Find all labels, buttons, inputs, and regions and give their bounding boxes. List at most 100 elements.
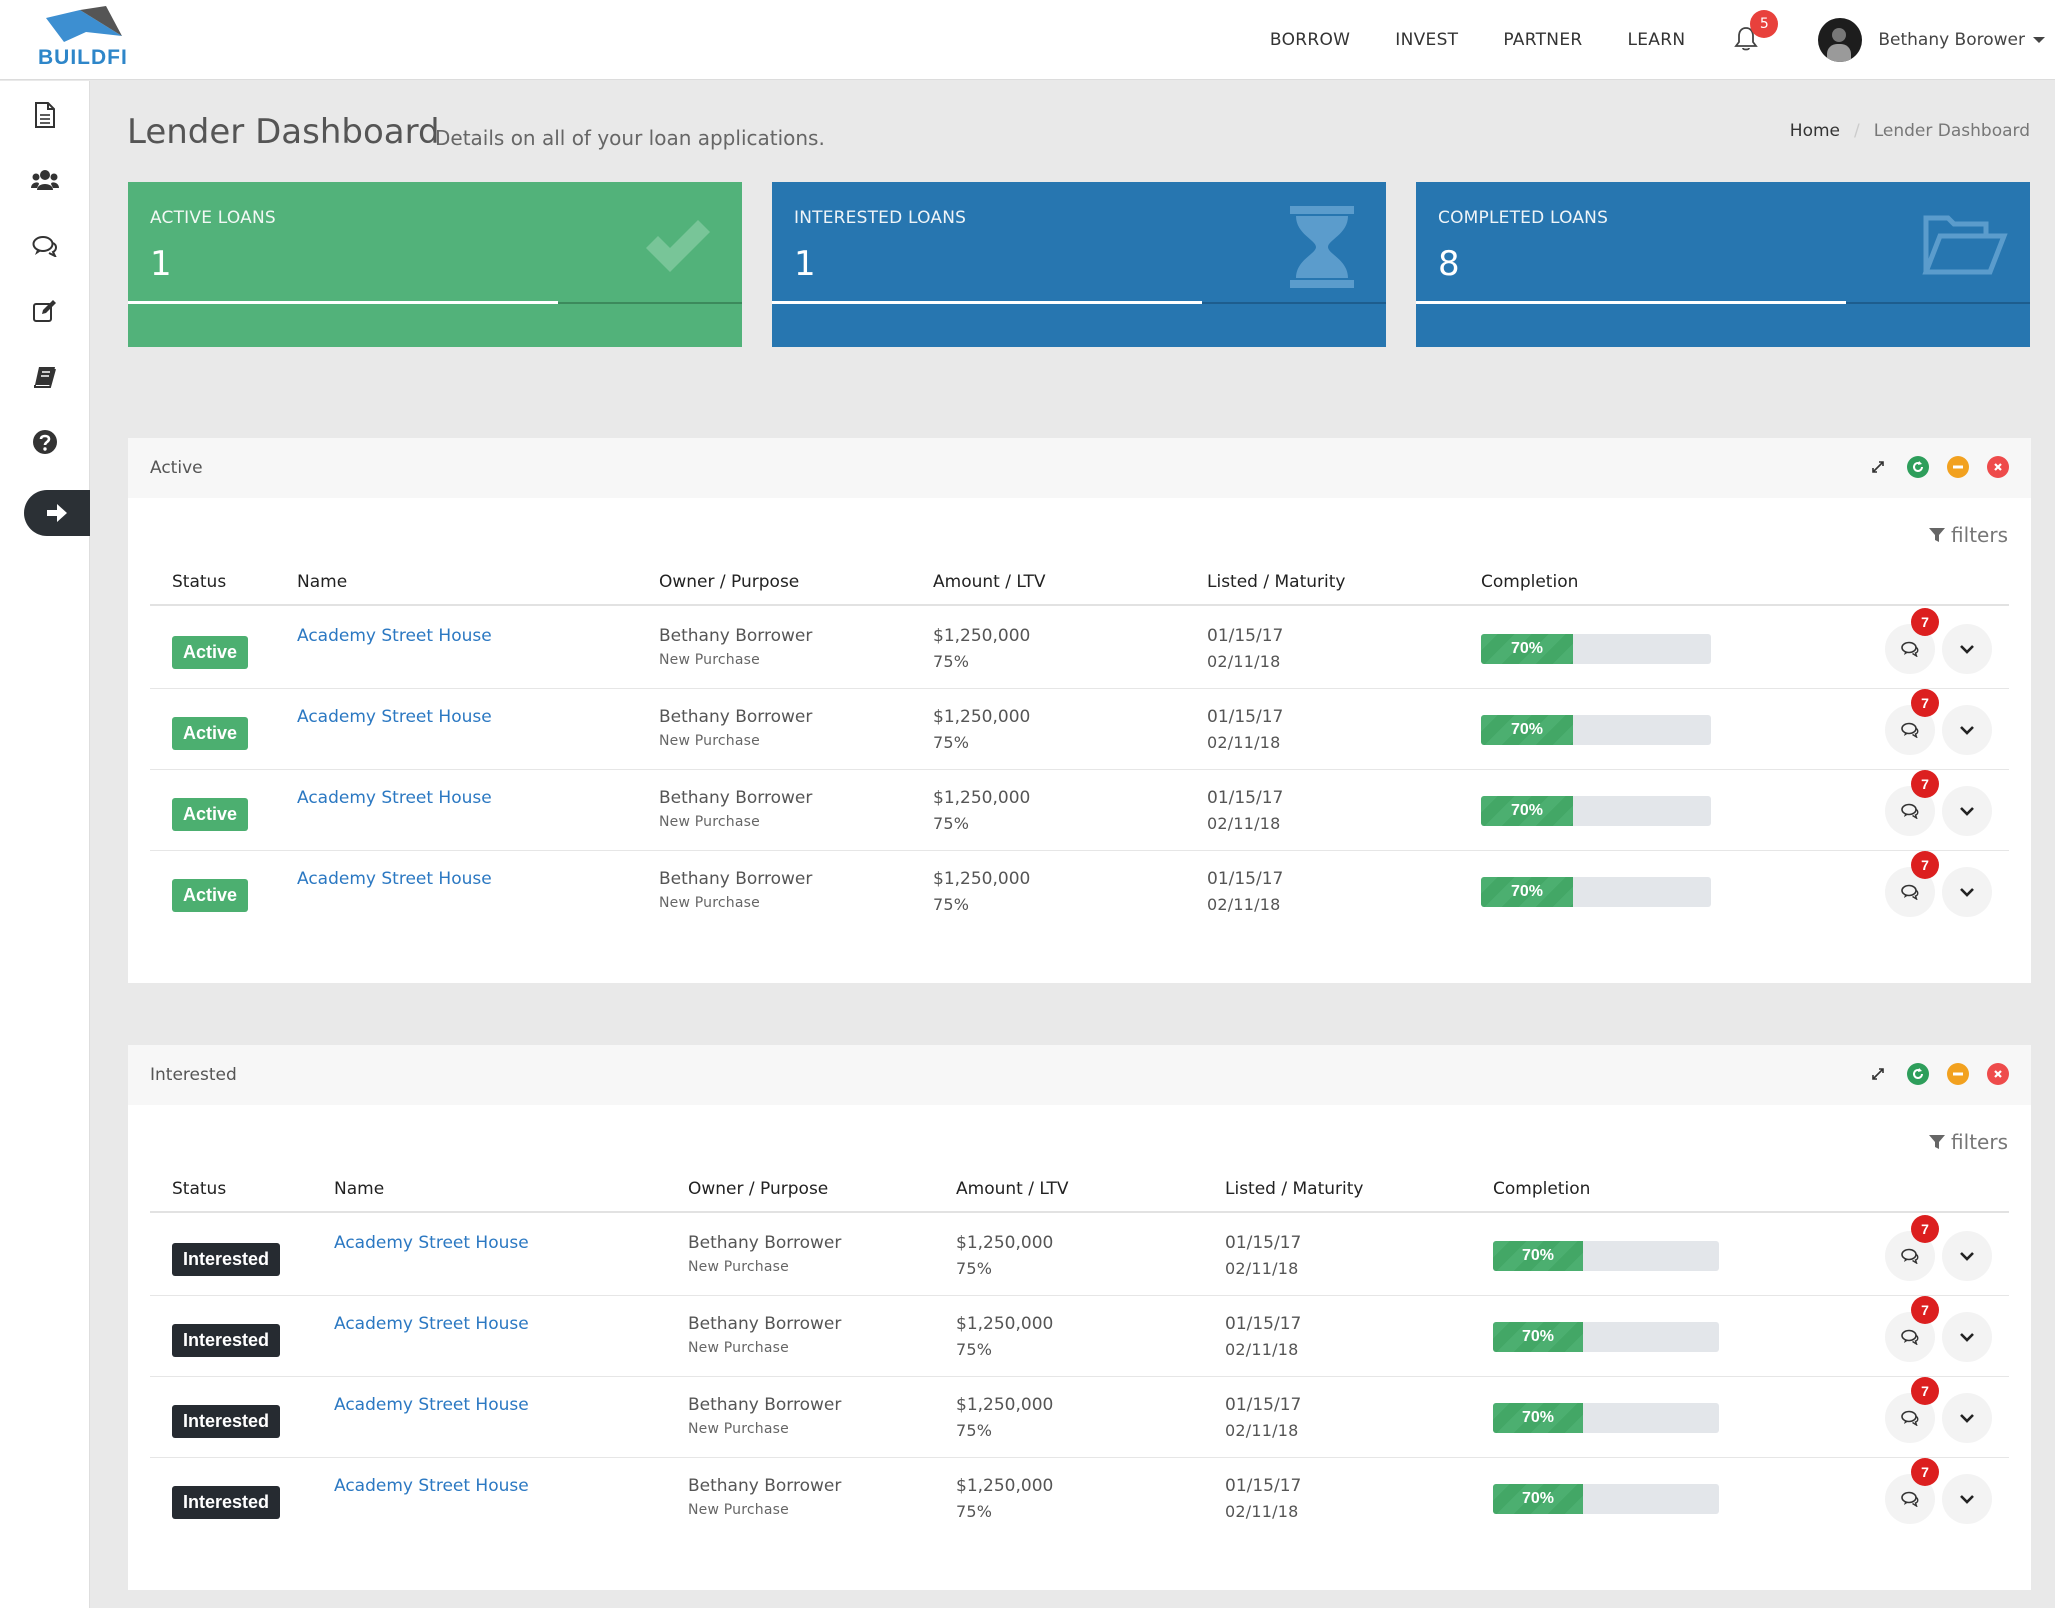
- column-header-name[interactable]: Name: [297, 572, 347, 592]
- sidebar-item-help[interactable]: [0, 420, 90, 464]
- stat-card-interested-loans[interactable]: INTERESTED LOANS 1: [772, 182, 1386, 347]
- expand-row-button[interactable]: [1942, 1393, 1992, 1443]
- refresh-icon: [1913, 461, 1923, 472]
- messages-button[interactable]: 7: [1885, 689, 1939, 755]
- column-header-listed[interactable]: Listed / Maturity: [1225, 1179, 1363, 1199]
- stat-label: COMPLETED LOANS: [1438, 208, 1609, 228]
- close-icon: [1994, 1070, 2002, 1078]
- expand-icon: [1872, 1068, 1884, 1080]
- column-header-status[interactable]: Status: [172, 1179, 226, 1199]
- expand-row-button[interactable]: [1942, 1231, 1992, 1281]
- stat-progress: [128, 301, 558, 304]
- column-header-owner[interactable]: Owner / Purpose: [688, 1179, 828, 1199]
- filters-button[interactable]: filters: [1929, 1130, 2008, 1154]
- comments-icon: [1901, 1410, 1919, 1426]
- sidebar-item-library[interactable]: [0, 355, 90, 399]
- stat-card-active-loans[interactable]: ACTIVE LOANS 1: [128, 182, 742, 347]
- page-subtitle: Details on all of your loan applications…: [435, 126, 825, 150]
- table-row[interactable]: Interested Academy Street House Bethany Bo…: [150, 1458, 2009, 1539]
- column-header-name[interactable]: Name: [334, 1179, 384, 1199]
- loan-name-link[interactable]: Academy Street House: [334, 1233, 529, 1253]
- expand-row-button[interactable]: [1942, 867, 1992, 917]
- comments-icon: [1901, 803, 1919, 819]
- status-badge: Interested: [172, 1405, 281, 1438]
- column-header-completion[interactable]: Completion: [1481, 572, 1578, 592]
- nav-learn-link[interactable]: LEARN: [1627, 30, 1685, 50]
- nav-borrow-link[interactable]: BORROW: [1270, 30, 1350, 50]
- loan-name-link[interactable]: Academy Street House: [334, 1314, 529, 1334]
- table-row[interactable]: Interested Academy Street House Bethany Bo…: [150, 1215, 2009, 1296]
- table-row[interactable]: Active Academy Street House Bethany Borrow…: [150, 689, 2009, 770]
- table-row[interactable]: Interested Academy Street House Bethany Bo…: [150, 1296, 2009, 1377]
- stat-label: ACTIVE LOANS: [150, 208, 276, 228]
- loan-amount: $1,250,000: [933, 869, 1031, 889]
- loan-purpose: New Purchase: [688, 1502, 789, 1518]
- filter-icon: [1929, 1135, 1946, 1149]
- chevron-down-icon: [1960, 645, 1974, 654]
- panel-header: Active: [128, 438, 2031, 498]
- loan-ltv: 75%: [933, 652, 970, 671]
- collapse-button[interactable]: [1947, 1063, 1969, 1085]
- caret-down-icon[interactable]: [2033, 37, 2045, 43]
- table-row[interactable]: Active Academy Street House Bethany Borrow…: [150, 770, 2009, 851]
- notifications-button[interactable]: 5: [1734, 10, 1779, 54]
- loan-name-link[interactable]: Academy Street House: [334, 1395, 529, 1415]
- loan-amount: $1,250,000: [933, 626, 1031, 646]
- close-button[interactable]: [1987, 456, 2009, 478]
- breadcrumb-home-link[interactable]: Home: [1790, 121, 1840, 141]
- logo-roof-icon: [46, 6, 122, 42]
- expand-button[interactable]: [1867, 1063, 1889, 1085]
- status-badge: Active: [172, 798, 249, 831]
- refresh-button[interactable]: [1907, 456, 1929, 478]
- messages-button[interactable]: 7: [1885, 1458, 1939, 1524]
- expand-row-button[interactable]: [1942, 624, 1992, 674]
- sidebar-item-documents[interactable]: [0, 93, 90, 137]
- close-button[interactable]: [1987, 1063, 2009, 1085]
- messages-button[interactable]: 7: [1885, 1215, 1939, 1281]
- column-header-amount[interactable]: Amount / LTV: [933, 572, 1045, 592]
- nav-partner-link[interactable]: PARTNER: [1503, 30, 1582, 50]
- filter-icon: [1929, 528, 1946, 542]
- sidebar-item-logout[interactable]: [24, 490, 90, 536]
- loan-name-link[interactable]: Academy Street House: [297, 869, 492, 889]
- filters-button[interactable]: filters: [1929, 523, 2008, 547]
- loan-name-link[interactable]: Academy Street House: [297, 707, 492, 727]
- expand-row-button[interactable]: [1942, 705, 1992, 755]
- maturity-date: 02/11/18: [1207, 733, 1281, 752]
- loan-name-link[interactable]: Academy Street House: [334, 1476, 529, 1496]
- sidebar-item-messages[interactable]: [0, 224, 90, 268]
- loan-name-link[interactable]: Academy Street House: [297, 626, 492, 646]
- expand-button[interactable]: [1867, 456, 1889, 478]
- loan-name-link[interactable]: Academy Street House: [297, 788, 492, 808]
- sidebar-item-edit[interactable]: [0, 289, 90, 333]
- column-header-owner[interactable]: Owner / Purpose: [659, 572, 799, 592]
- table-row[interactable]: Interested Academy Street House Bethany Bo…: [150, 1377, 2009, 1458]
- owner-name: Bethany Borrower: [659, 626, 813, 646]
- expand-row-button[interactable]: [1942, 1474, 1992, 1524]
- table-row[interactable]: Active Academy Street House Bethany Borrow…: [150, 851, 2009, 932]
- column-header-status[interactable]: Status: [172, 572, 226, 592]
- column-header-amount[interactable]: Amount / LTV: [956, 1179, 1068, 1199]
- messages-button[interactable]: 7: [1885, 851, 1939, 917]
- messages-button[interactable]: 7: [1885, 1377, 1939, 1443]
- brand-logo[interactable]: BUILDFI: [36, 6, 136, 72]
- messages-button[interactable]: 7: [1885, 1296, 1939, 1362]
- table-row[interactable]: Active Academy Street House Bethany Borrow…: [150, 608, 2009, 689]
- column-header-listed[interactable]: Listed / Maturity: [1207, 572, 1345, 592]
- sidebar-item-users[interactable]: [0, 158, 90, 202]
- messages-button[interactable]: 7: [1885, 608, 1939, 674]
- refresh-button[interactable]: [1907, 1063, 1929, 1085]
- messages-count-badge: 7: [1911, 1296, 1939, 1324]
- nav-invest-link[interactable]: INVEST: [1395, 30, 1458, 50]
- messages-count-badge: 7: [1911, 851, 1939, 879]
- expand-row-button[interactable]: [1942, 786, 1992, 836]
- stat-card-completed-loans[interactable]: COMPLETED LOANS 8: [1416, 182, 2030, 347]
- stat-progress-track: [1202, 302, 1386, 304]
- status-badge: Active: [172, 717, 249, 750]
- column-header-completion[interactable]: Completion: [1493, 1179, 1590, 1199]
- expand-row-button[interactable]: [1942, 1312, 1992, 1362]
- user-menu-name[interactable]: Bethany Borower: [1878, 30, 2025, 50]
- collapse-button[interactable]: [1947, 456, 1969, 478]
- messages-button[interactable]: 7: [1885, 770, 1939, 836]
- user-avatar[interactable]: [1818, 18, 1863, 62]
